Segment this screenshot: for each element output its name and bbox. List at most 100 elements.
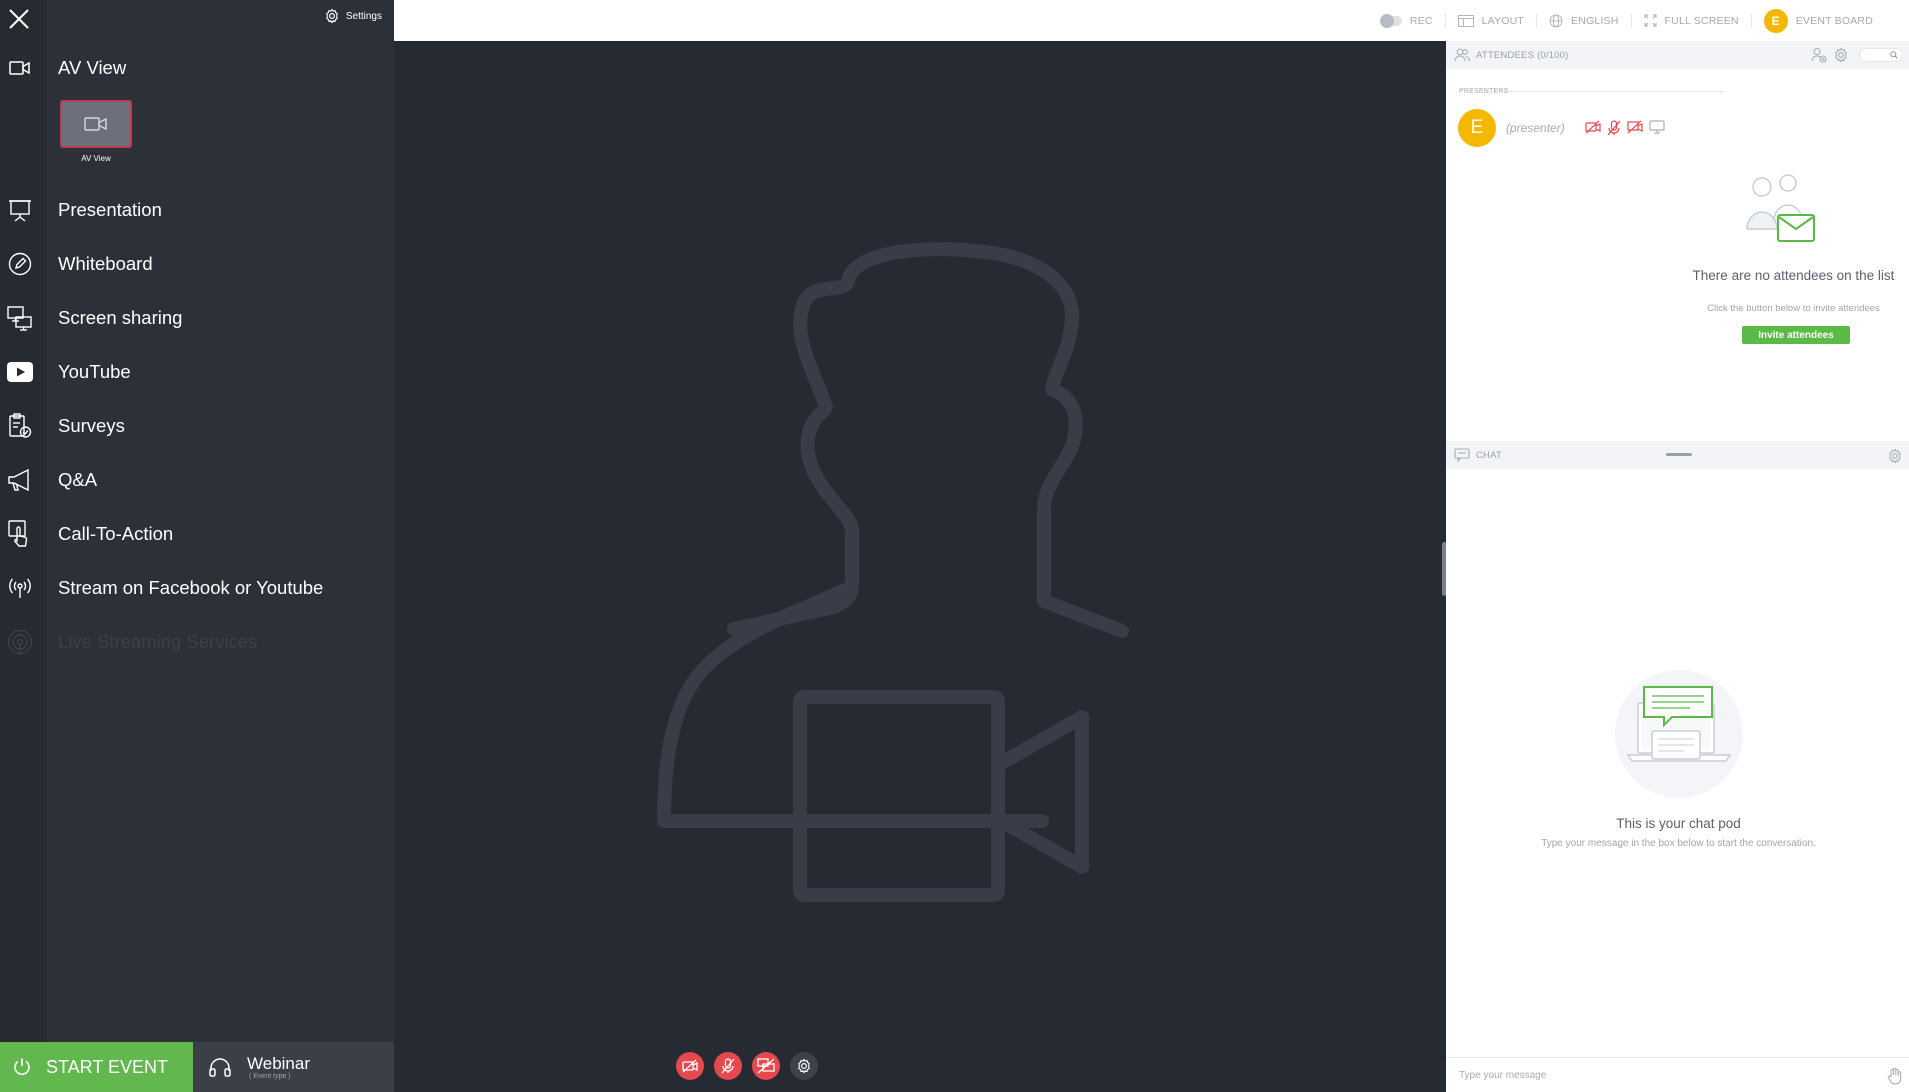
layout-icon xyxy=(1457,14,1474,27)
fullscreen-label: FULL SCREEN xyxy=(1664,14,1739,27)
presenters-section-label: PRESENTERS xyxy=(1459,88,1509,95)
presenter-status-icons xyxy=(1585,120,1665,136)
sidebar-item-av-view[interactable]: AV View xyxy=(0,48,394,88)
broadcast-icon xyxy=(0,568,40,608)
start-event-label: START EVENT xyxy=(46,1056,169,1077)
chat-title: CHAT xyxy=(1476,449,1502,461)
event-type-name: Webinar xyxy=(247,1053,310,1073)
megaphone-icon xyxy=(0,460,40,500)
presenter-row[interactable]: E (presenter) xyxy=(1458,109,1665,147)
media-settings-button[interactable] xyxy=(790,1052,818,1080)
sidebar-item-label: Call-To-Action xyxy=(58,523,174,544)
settings-button[interactable]: Settings xyxy=(324,8,382,24)
presenters-divider xyxy=(1504,91,1724,92)
sidebar-item-label: YouTube xyxy=(58,361,131,382)
mic-off-icon xyxy=(1607,120,1621,136)
rec-toggle[interactable]: REC xyxy=(1370,13,1446,28)
start-event-button[interactable]: START EVENT xyxy=(0,1042,193,1092)
event-board-button[interactable]: E EVENT BOARD xyxy=(1752,8,1885,33)
empty-attendees-subtitle: Click the button below to invite attende… xyxy=(1707,303,1880,314)
pencil-circle-icon xyxy=(0,244,40,284)
add-user-icon[interactable] xyxy=(1811,47,1827,63)
sidebar-item-youtube[interactable]: YouTube xyxy=(0,352,394,392)
presenter-role: (presenter) xyxy=(1506,121,1565,135)
camera-off-icon xyxy=(682,1059,698,1073)
event-type-selector[interactable]: Webinar ( Event type ) xyxy=(193,1042,394,1092)
globe-icon xyxy=(1549,14,1563,27)
screen-share-off-icon xyxy=(757,1058,775,1074)
attendees-icon xyxy=(1454,48,1470,62)
attendees-search[interactable] xyxy=(1859,48,1903,62)
av-stage xyxy=(394,41,1446,1092)
screen-share-off-button[interactable] xyxy=(752,1052,780,1080)
fullscreen-icon xyxy=(1643,14,1657,27)
chat-pod-illustration-icon xyxy=(1615,670,1743,798)
attendees-actions xyxy=(1811,47,1849,63)
layout-label: LAYOUT xyxy=(1481,14,1525,27)
fullscreen-button[interactable]: FULL SCREEN xyxy=(1632,13,1752,28)
camera-off-button[interactable] xyxy=(676,1052,704,1080)
sidebar-item-whiteboard[interactable]: Whiteboard xyxy=(0,244,394,284)
mic-off-icon xyxy=(721,1058,735,1074)
language-label: ENGLISH xyxy=(1571,14,1619,27)
screen-share-icon xyxy=(0,298,40,338)
sidebar-item-qa[interactable]: Q&A xyxy=(0,460,394,500)
right-panel: ATTENDEES (0/100) PRESENTERS E (presente… xyxy=(1446,41,1909,1092)
raise-hand-icon[interactable] xyxy=(1887,1067,1903,1085)
sidebar-item-label: Q&A xyxy=(58,469,98,490)
power-icon xyxy=(14,1058,30,1075)
search-icon xyxy=(1890,51,1898,59)
layout-button[interactable]: LAYOUT xyxy=(1446,13,1538,28)
sidebar-item-screen-sharing[interactable]: Screen sharing xyxy=(0,298,394,338)
close-icon xyxy=(9,9,29,29)
chat-input-bar xyxy=(1446,1057,1909,1092)
invite-attendees-button[interactable]: Invite attendees xyxy=(1742,326,1850,344)
settings-label: Settings xyxy=(345,10,382,22)
video-camera-icon xyxy=(0,48,40,88)
top-bar-controls: REC LAYOUT ENGLISH FULL SCREEN E EVENT B… xyxy=(1370,0,1885,41)
event-type-caption: ( Event type ) xyxy=(249,1072,291,1080)
sidebar-item-label: Live Streaming Services xyxy=(58,631,258,652)
sidebar-item-label: Presentation xyxy=(58,199,162,220)
sidebar-item-stream-facebook-youtube[interactable]: Stream on Facebook or Youtube xyxy=(0,568,394,608)
gear-icon xyxy=(326,8,338,24)
chat-message-input[interactable] xyxy=(1459,1069,1859,1081)
rec-switch[interactable] xyxy=(1379,13,1402,28)
mic-off-button[interactable] xyxy=(714,1052,742,1080)
event-board-avatar: E xyxy=(1763,8,1788,33)
gear-icon xyxy=(798,1058,810,1074)
av-view-thumbnail[interactable] xyxy=(60,100,132,148)
headphones-icon xyxy=(209,1058,231,1077)
user-video-placeholder-icon xyxy=(657,242,1129,902)
language-button[interactable]: ENGLISH xyxy=(1537,13,1632,28)
antenna-icon xyxy=(0,622,40,662)
gear-icon[interactable] xyxy=(1887,448,1903,464)
gear-icon[interactable] xyxy=(1833,47,1849,63)
close-sidebar-button[interactable] xyxy=(6,6,32,32)
top-bar: REC LAYOUT ENGLISH FULL SCREEN E EVENT B… xyxy=(394,0,1909,41)
event-board-label: EVENT BOARD xyxy=(1795,14,1873,27)
sidebar-item-label: Whiteboard xyxy=(58,253,153,274)
presentation-board-icon xyxy=(0,190,40,230)
camera-off-icon xyxy=(1585,120,1601,134)
video-camera-icon xyxy=(84,117,107,131)
presenter-avatar: E xyxy=(1458,109,1496,147)
sidebar-item-live-streaming: Live Streaming Services xyxy=(0,622,394,662)
chat-empty-subtitle: Type your message in the box below to st… xyxy=(1541,838,1816,849)
monitor-icon xyxy=(1649,120,1665,134)
chat-drag-handle[interactable] xyxy=(1666,453,1692,456)
screen-share-off-icon xyxy=(1627,120,1643,134)
chat-empty-title: This is your chat pod xyxy=(1616,816,1741,831)
sidebar-item-call-to-action[interactable]: Call-To-Action xyxy=(0,514,394,554)
media-controls xyxy=(676,1052,818,1080)
sidebar-item-label: AV View xyxy=(58,57,127,78)
chat-icon xyxy=(1454,448,1470,462)
sidebar-item-presentation[interactable]: Presentation xyxy=(0,190,394,230)
touch-hand-icon xyxy=(0,514,40,554)
sidebar: Settings AV View AV View Presentation Wh… xyxy=(0,0,394,1092)
chat-header: CHAT xyxy=(1446,441,1909,469)
attendees-title: ATTENDEES (0/100) xyxy=(1476,49,1569,61)
sidebar-item-surveys[interactable]: Surveys xyxy=(0,406,394,446)
av-view-thumbnail-label: AV View xyxy=(81,154,111,163)
empty-attendees-title: There are no attendees on the list xyxy=(1692,268,1895,283)
